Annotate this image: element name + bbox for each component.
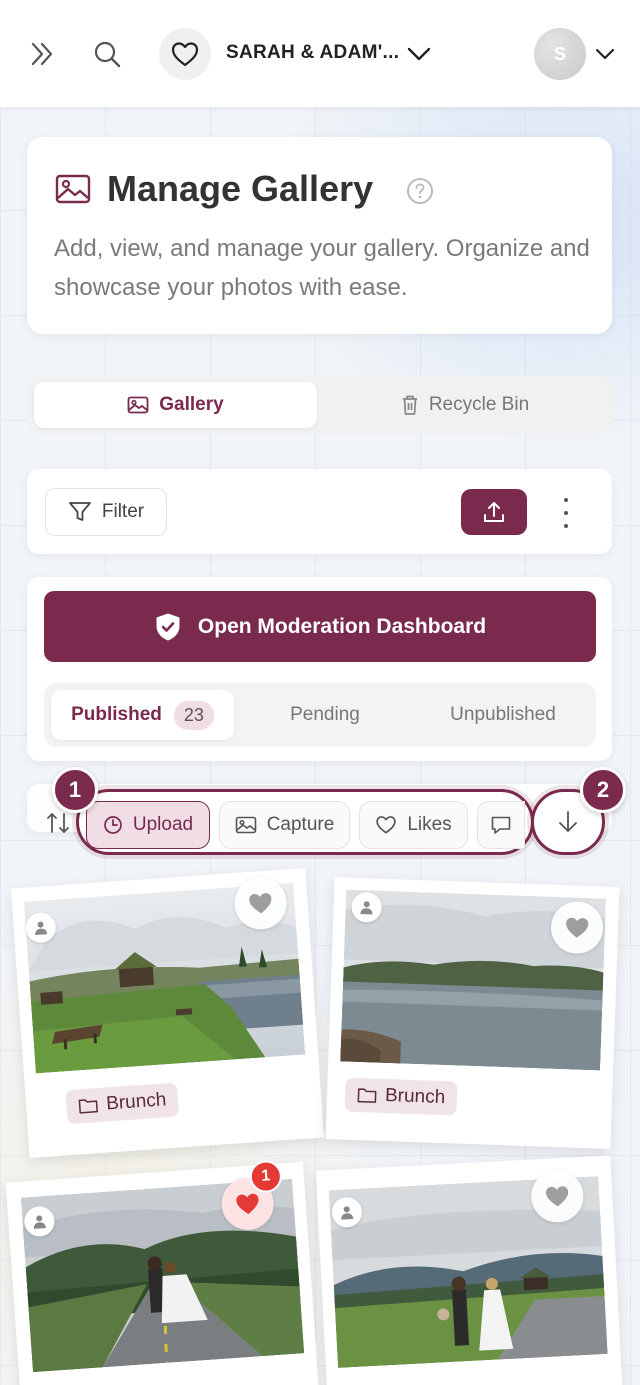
tab-recycle-bin[interactable]: Recycle Bin	[323, 382, 607, 428]
page-description: Add, view, and manage your gallery. Orga…	[54, 235, 590, 301]
heart-filled-icon	[236, 1193, 259, 1214]
folder-icon	[357, 1088, 377, 1103]
sort-chip-capture[interactable]: Capture	[219, 801, 350, 849]
tab-gallery-label: Gallery	[159, 394, 224, 415]
trash-icon	[402, 395, 417, 415]
open-moderation-dashboard-button[interactable]: Open Moderation Dashboard	[44, 591, 596, 662]
tab-pending[interactable]: Pending	[234, 690, 416, 740]
album-tag: Brunch	[344, 1077, 458, 1116]
sort-icon[interactable]	[42, 808, 74, 838]
tab-pending-label: Pending	[290, 704, 360, 725]
album-tag: Brunch	[65, 1082, 180, 1125]
photo-card[interactable]	[315, 1155, 624, 1385]
image-icon	[127, 396, 149, 414]
heart-icon	[376, 816, 397, 834]
account-chevron-down-icon[interactable]	[592, 44, 618, 64]
tab-published-label: Published	[71, 704, 162, 725]
sort-chip-likes[interactable]: Likes	[359, 801, 468, 849]
tab-published[interactable]: Published 23	[51, 690, 234, 740]
comment-icon	[491, 816, 511, 834]
tab-gallery[interactable]: Gallery	[34, 382, 317, 428]
arrow-down-icon	[559, 811, 577, 832]
expand-sidebar-icon[interactable]	[22, 36, 62, 72]
page-title: Manage Gallery	[107, 168, 374, 209]
main-tabs: Gallery Recycle Bin	[28, 376, 613, 434]
heart-icon	[249, 893, 272, 914]
heart-icon	[566, 917, 589, 938]
clock-icon	[104, 816, 122, 834]
shield-check-icon	[156, 613, 180, 640]
event-name[interactable]: SARAH & ADAM'...	[226, 42, 399, 64]
step-marker-2: 2	[580, 767, 626, 813]
top-bar: SARAH & ADAM'... S	[0, 0, 640, 107]
album-tag-label: Brunch	[384, 1085, 446, 1109]
tab-recycle-bin-label: Recycle Bin	[428, 394, 530, 415]
moderation-label: Open Moderation Dashboard	[197, 614, 487, 638]
filter-icon	[68, 502, 91, 521]
sort-chip-likes-label: Likes	[407, 814, 452, 835]
sort-chip-capture-label: Capture	[266, 814, 335, 835]
more-options-icon[interactable]	[554, 498, 578, 528]
photo-card[interactable]: 1	[5, 1159, 321, 1385]
image-icon	[235, 816, 256, 834]
sort-chip-upload-label: Upload	[132, 814, 194, 835]
upload-button[interactable]	[461, 489, 527, 535]
gallery-image-icon	[54, 172, 92, 206]
photo-card[interactable]: Brunch	[10, 868, 325, 1158]
photo-card[interactable]: Brunch	[325, 877, 620, 1149]
heart-icon	[546, 1186, 569, 1207]
search-icon[interactable]	[88, 36, 126, 72]
album-tag-label: Brunch	[105, 1089, 167, 1115]
upload-icon	[484, 502, 504, 522]
sort-chip-upload[interactable]: Upload	[86, 801, 210, 849]
step-marker-1: 1	[52, 767, 98, 813]
sort-chip-group: Upload Capture Likes	[76, 789, 534, 855]
tab-unpublished-label: Unpublished	[450, 704, 556, 725]
status-tabs: Published 23 Pending Unpublished	[44, 683, 596, 747]
tab-unpublished[interactable]: Unpublished	[416, 690, 590, 740]
event-heart-icon[interactable]	[159, 28, 211, 80]
event-chevron-down-icon[interactable]	[404, 40, 434, 68]
sort-chip-comments[interactable]	[477, 801, 525, 849]
help-icon[interactable]	[405, 176, 435, 206]
folder-icon	[78, 1099, 98, 1114]
avatar[interactable]: S	[534, 28, 586, 80]
filter-label: Filter	[101, 501, 145, 522]
filter-button[interactable]: Filter	[45, 488, 167, 536]
published-count-badge: 23	[173, 700, 214, 730]
